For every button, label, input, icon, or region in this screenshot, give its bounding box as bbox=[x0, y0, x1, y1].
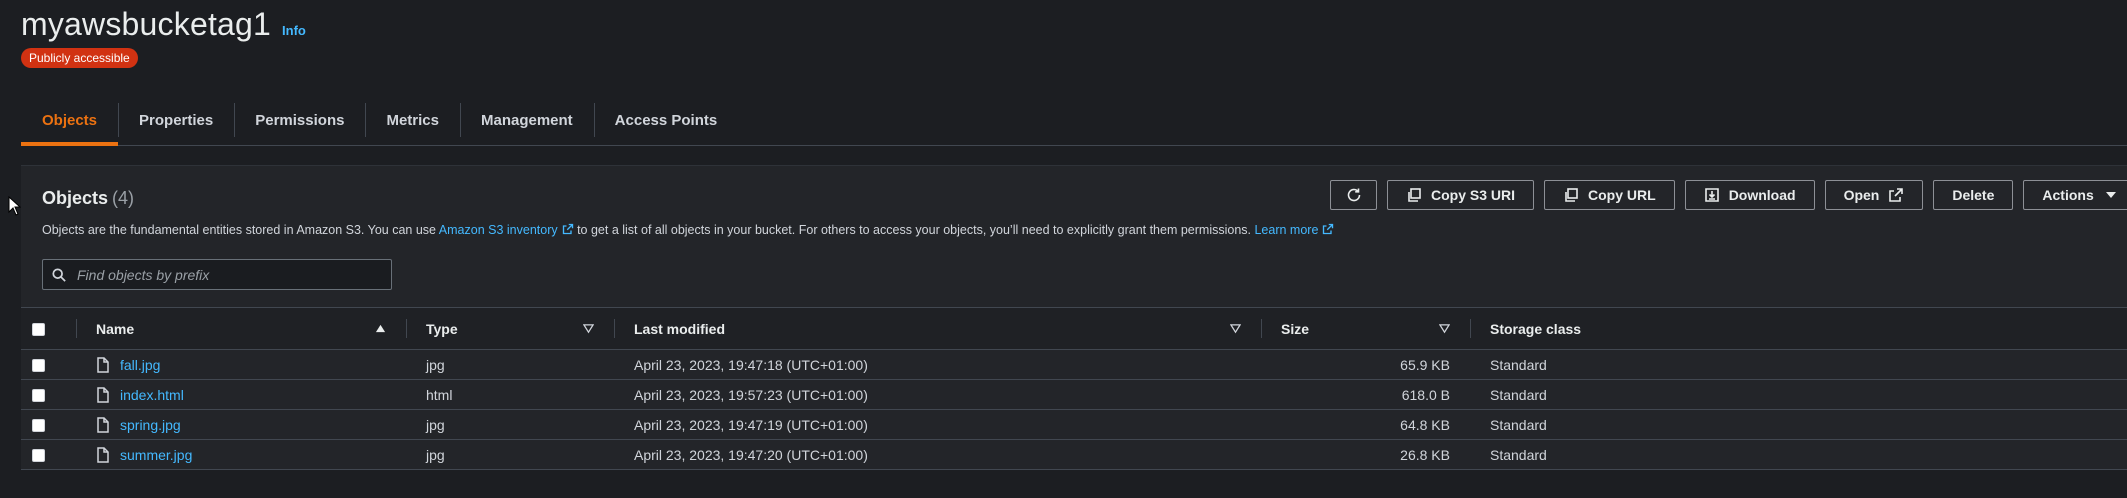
column-header-last-modified[interactable]: Last modified bbox=[614, 308, 1261, 350]
object-type: jpg bbox=[426, 446, 445, 463]
external-link-icon bbox=[562, 223, 573, 235]
copy-url-button[interactable]: Copy URL bbox=[1544, 180, 1675, 210]
learn-more-label: Learn more bbox=[1254, 223, 1319, 237]
objects-description: Objects are the fundamental entities sto… bbox=[42, 223, 1334, 237]
inventory-link[interactable]: Amazon S3 inventory bbox=[439, 223, 574, 237]
object-storage-class: Standard bbox=[1490, 356, 1547, 373]
file-icon bbox=[97, 386, 109, 403]
object-size: 65.9 KB bbox=[1400, 356, 1450, 373]
object-size: 618.0 B bbox=[1401, 386, 1450, 403]
column-header-name[interactable]: Name bbox=[76, 308, 406, 350]
search-box bbox=[42, 259, 392, 290]
copy-url-label: Copy URL bbox=[1588, 187, 1656, 203]
row-checkbox[interactable] bbox=[32, 419, 45, 433]
copy-s3-uri-label: Copy S3 URI bbox=[1431, 187, 1516, 203]
info-link[interactable]: Info bbox=[282, 23, 306, 38]
copy-icon bbox=[1565, 188, 1578, 202]
table-row[interactable]: fall.jpg jpg April 23, 2023, 19:47:18 (U… bbox=[21, 350, 2127, 380]
object-link[interactable]: spring.jpg bbox=[120, 417, 181, 433]
object-last-modified: April 23, 2023, 19:57:23 (UTC+01:00) bbox=[634, 386, 868, 403]
copy-s3-uri-button[interactable]: Copy S3 URI bbox=[1387, 180, 1535, 210]
file-icon bbox=[97, 446, 109, 463]
mouse-cursor-icon bbox=[8, 196, 21, 216]
sort-caret-icon bbox=[1230, 323, 1241, 333]
learn-more-link[interactable]: Learn more bbox=[1254, 223, 1334, 237]
name-header-label: Name bbox=[96, 320, 135, 337]
external-link-icon bbox=[1889, 188, 1904, 202]
status-badge: Publicly accessible bbox=[21, 48, 138, 68]
table-row[interactable]: index.html html April 23, 2023, 19:57:23… bbox=[21, 380, 2127, 410]
delete-button[interactable]: Delete bbox=[1933, 180, 2014, 210]
row-checkbox[interactable] bbox=[32, 359, 45, 373]
select-all-checkbox[interactable] bbox=[32, 323, 45, 337]
copy-icon bbox=[1408, 188, 1421, 202]
external-link-icon bbox=[1323, 223, 1334, 235]
tab-permissions[interactable]: Permissions bbox=[234, 95, 365, 145]
column-header-type[interactable]: Type bbox=[406, 308, 614, 350]
object-link[interactable]: summer.jpg bbox=[120, 447, 192, 463]
inventory-link-label: Amazon S3 inventory bbox=[438, 223, 558, 237]
object-link[interactable]: fall.jpg bbox=[120, 357, 160, 373]
table-row[interactable]: spring.jpg jpg April 23, 2023, 19:47:19 … bbox=[21, 410, 2127, 440]
storage-class-header-label: Storage class bbox=[1490, 320, 1582, 337]
table-header-row: Name Type Last modified Size Storage cla… bbox=[21, 307, 2127, 350]
refresh-icon bbox=[1347, 188, 1360, 202]
object-last-modified: April 23, 2023, 19:47:19 (UTC+01:00) bbox=[634, 416, 868, 433]
actions-label: Actions bbox=[2042, 187, 2094, 203]
object-size: 64.8 KB bbox=[1400, 416, 1450, 433]
tab-bar: Objects Properties Permissions Metrics M… bbox=[21, 95, 2127, 146]
file-icon bbox=[97, 416, 109, 433]
page-title: myawsbucketag1 bbox=[21, 6, 272, 42]
description-text-2: to get a list of all objects in your buc… bbox=[573, 223, 1255, 237]
sort-ascending-icon bbox=[375, 324, 386, 332]
sort-caret-icon bbox=[583, 323, 594, 333]
objects-panel: Objects (4) Copy S3 URI Copy URL Download bbox=[21, 165, 2127, 470]
objects-heading: Objects (4) bbox=[42, 188, 134, 209]
object-last-modified: April 23, 2023, 19:47:18 (UTC+01:00) bbox=[634, 356, 868, 373]
row-checkbox[interactable] bbox=[32, 449, 45, 463]
refresh-button[interactable] bbox=[1330, 180, 1377, 210]
sort-caret-icon bbox=[1439, 323, 1450, 333]
objects-toolbar: Copy S3 URI Copy URL Download Open Delet… bbox=[1330, 180, 2127, 210]
object-link[interactable]: index.html bbox=[120, 387, 184, 403]
object-storage-class: Standard bbox=[1490, 446, 1547, 463]
column-header-size[interactable]: Size bbox=[1261, 308, 1470, 350]
bucket-header: myawsbucketag1 Info Publicly accessible bbox=[21, 6, 306, 68]
type-header-label: Type bbox=[426, 320, 458, 337]
tab-metrics[interactable]: Metrics bbox=[365, 95, 460, 145]
open-label: Open bbox=[1843, 187, 1880, 203]
object-last-modified: April 23, 2023, 19:47:20 (UTC+01:00) bbox=[634, 446, 868, 463]
tab-management[interactable]: Management bbox=[459, 95, 594, 145]
file-icon bbox=[97, 356, 109, 373]
last-modified-header-label: Last modified bbox=[634, 320, 726, 337]
objects-count: (4) bbox=[112, 188, 135, 208]
delete-label: Delete bbox=[1952, 187, 1995, 203]
object-type: jpg bbox=[426, 356, 445, 373]
search-icon bbox=[52, 267, 66, 282]
size-header-label: Size bbox=[1281, 320, 1310, 337]
description-text: Objects are the fundamental entities sto… bbox=[42, 223, 439, 237]
download-label: Download bbox=[1728, 187, 1796, 203]
row-checkbox[interactable] bbox=[32, 389, 45, 403]
tab-access-points[interactable]: Access Points bbox=[593, 95, 739, 145]
search-input[interactable] bbox=[75, 265, 369, 284]
objects-heading-label: Objects bbox=[42, 188, 109, 208]
object-type: jpg bbox=[426, 416, 445, 433]
select-all-header bbox=[21, 308, 76, 350]
download-button[interactable]: Download bbox=[1684, 180, 1815, 210]
table-row[interactable]: summer.jpg jpg April 23, 2023, 19:47:20 … bbox=[21, 440, 2127, 470]
actions-dropdown[interactable]: Actions bbox=[2023, 180, 2127, 210]
open-button[interactable]: Open bbox=[1824, 180, 1924, 210]
tab-properties[interactable]: Properties bbox=[118, 95, 234, 145]
object-storage-class: Standard bbox=[1490, 416, 1547, 433]
object-storage-class: Standard bbox=[1490, 386, 1547, 403]
download-icon bbox=[1704, 188, 1719, 202]
caret-down-icon bbox=[2105, 192, 2116, 198]
tab-objects[interactable]: Objects bbox=[21, 95, 119, 146]
object-type: html bbox=[426, 386, 453, 403]
object-size: 26.8 KB bbox=[1400, 446, 1450, 463]
objects-table: Name Type Last modified Size Storage cla… bbox=[21, 307, 2127, 470]
column-header-storage-class[interactable]: Storage class bbox=[1470, 308, 2127, 350]
